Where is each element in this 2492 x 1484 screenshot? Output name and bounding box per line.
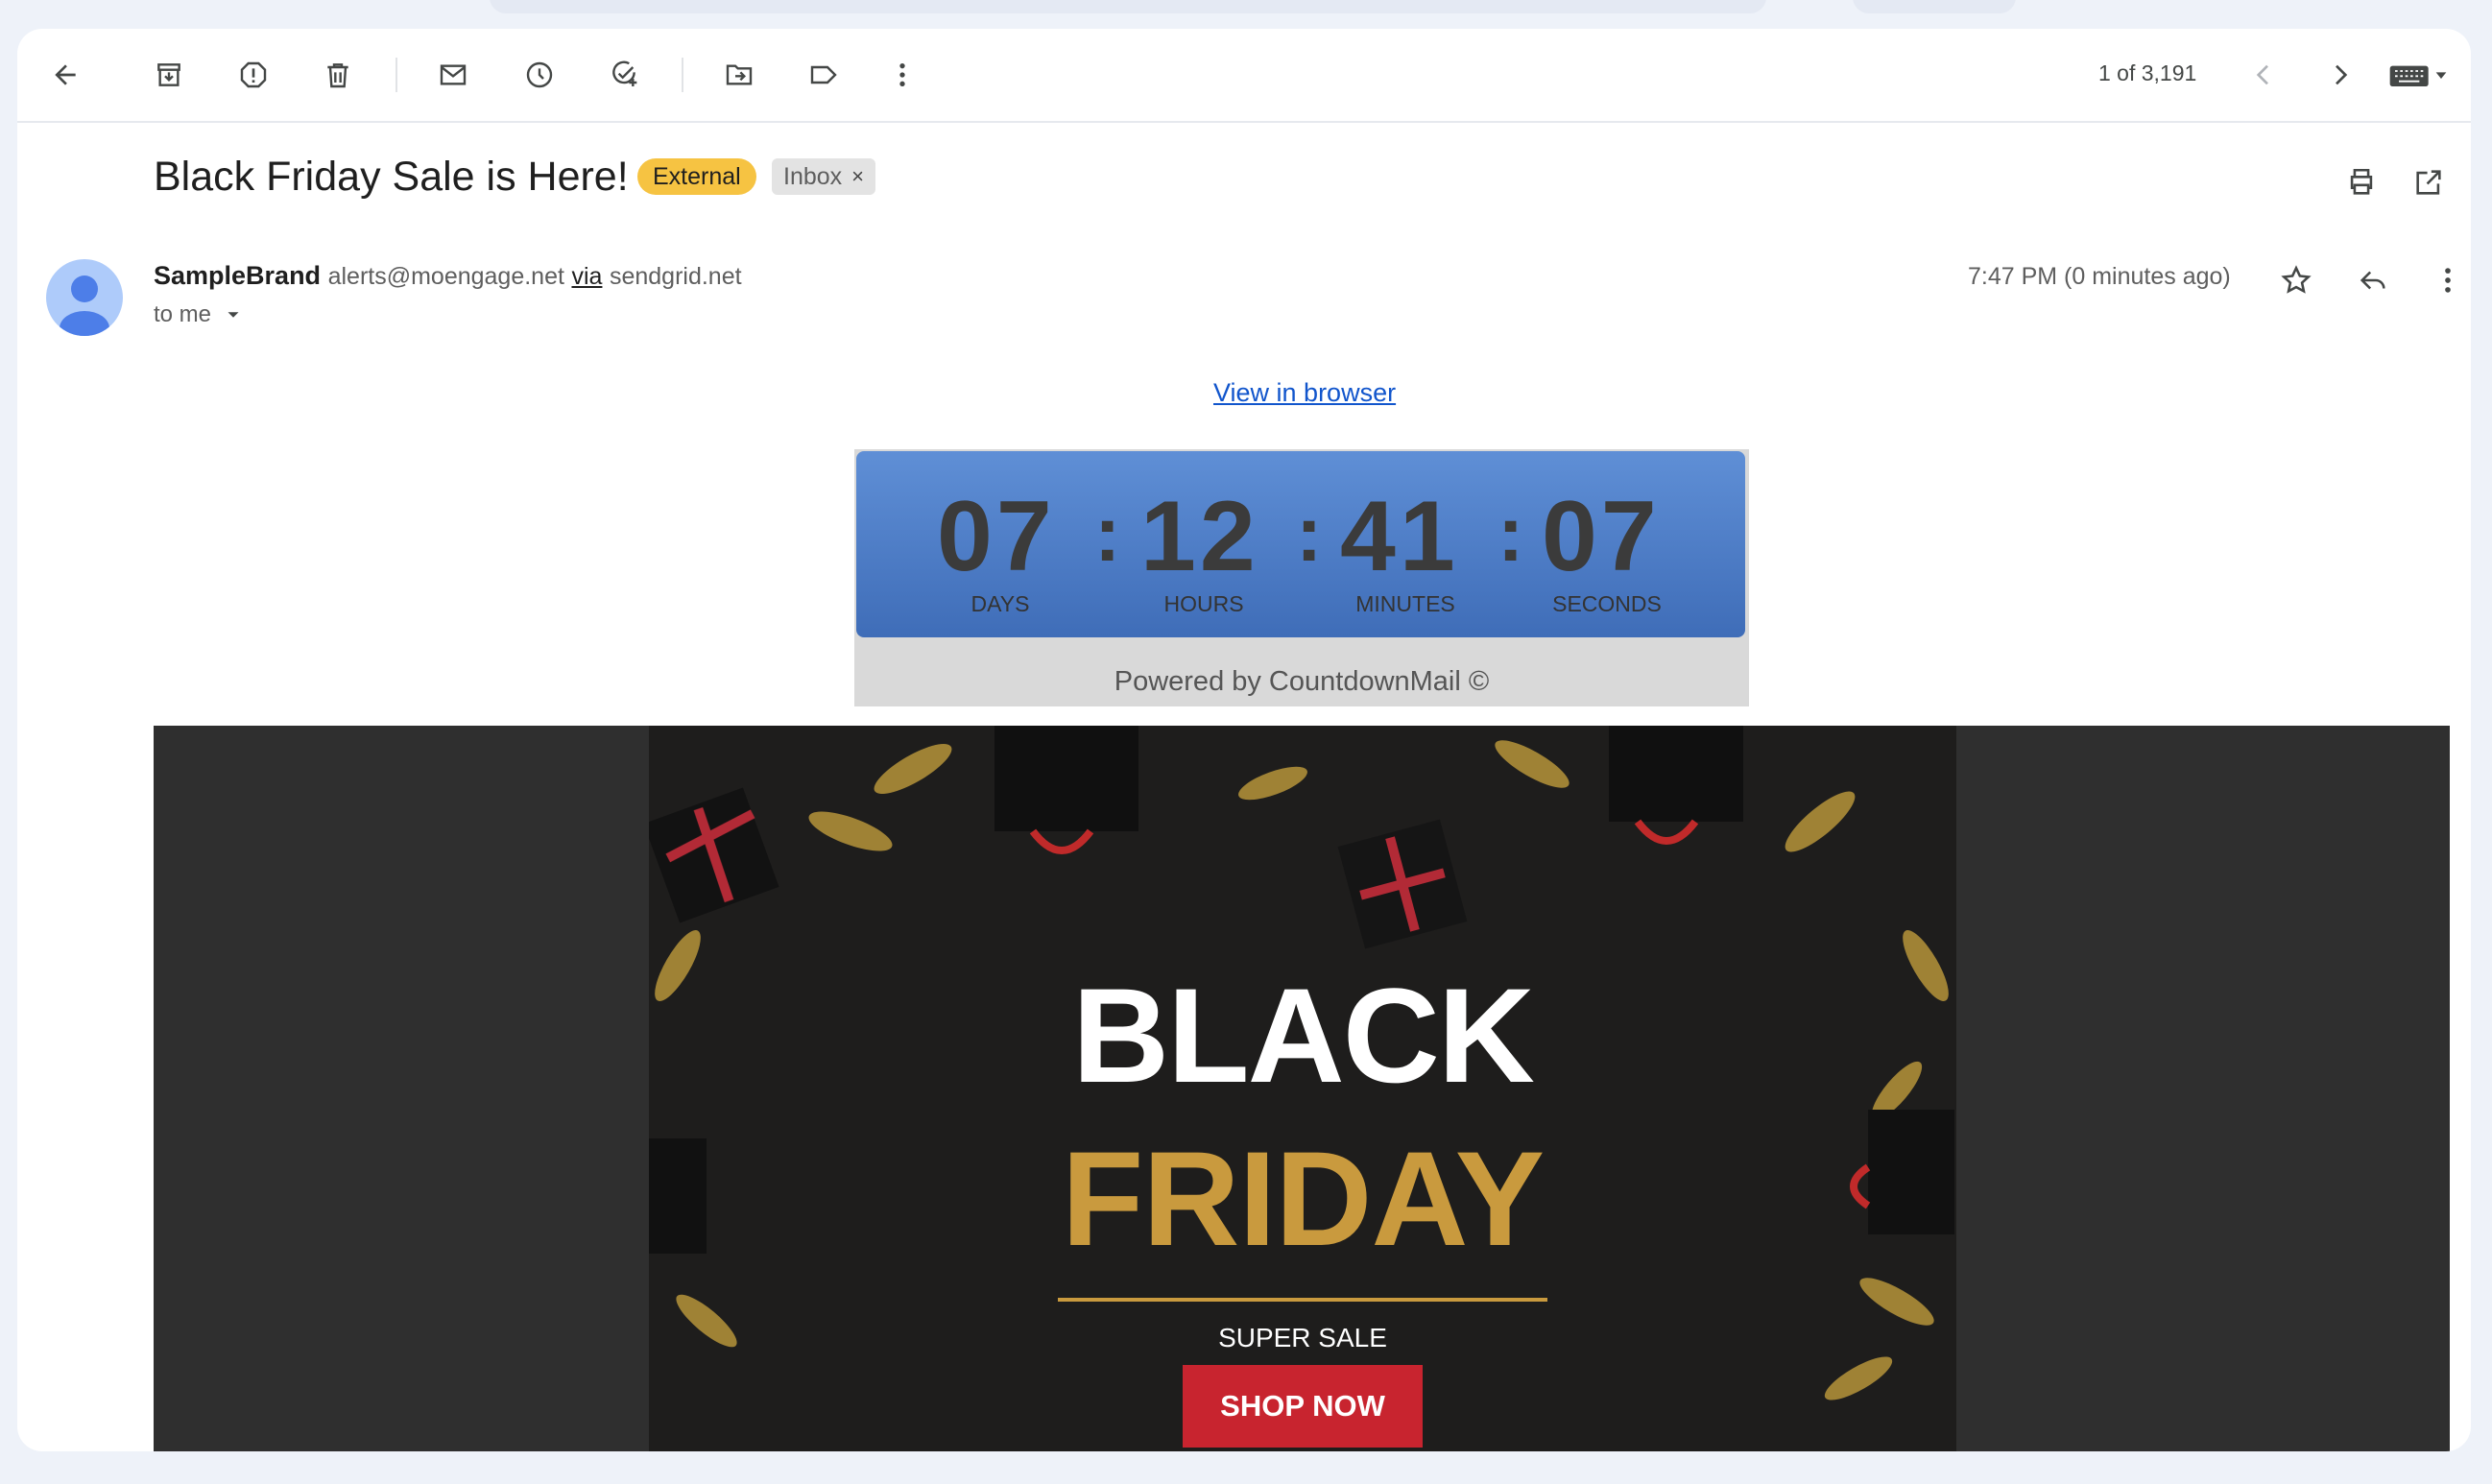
label-icon xyxy=(810,65,837,84)
hero-headline-black: BLACK xyxy=(1072,960,1535,1111)
print-icon xyxy=(2350,168,2373,195)
shop-now-button[interactable]: SHOP NOW xyxy=(1183,1365,1423,1448)
move-to-folder-icon xyxy=(726,64,753,85)
open-in-new-icon xyxy=(2416,170,2441,195)
reply-button[interactable] xyxy=(2350,257,2396,303)
add-to-tasks-button[interactable] xyxy=(601,52,647,98)
browser-top-strip xyxy=(0,0,2492,29)
countdown-separator: : xyxy=(1498,491,1524,578)
email-subject: Black Friday Sale is Here! xyxy=(154,154,629,200)
hero-tagline: SUPER SALE xyxy=(1218,1323,1387,1352)
move-to-button[interactable] xyxy=(716,52,762,98)
more-vertical-icon xyxy=(2445,268,2451,293)
labels-button[interactable] xyxy=(801,52,847,98)
older-button[interactable] xyxy=(2317,52,2363,98)
recipient-details-toggle[interactable]: to me xyxy=(154,301,244,328)
message-counter: 1 of 3,191 xyxy=(2098,60,2197,85)
star-icon xyxy=(2281,265,2312,294)
via-link[interactable]: via xyxy=(571,263,602,290)
input-tools-button[interactable] xyxy=(2375,52,2461,98)
countdown-minutes: 41 xyxy=(1340,481,1459,592)
countdown-label-days: DAYS xyxy=(970,591,1030,616)
archive-icon xyxy=(157,63,180,86)
top-bar-pill xyxy=(490,0,1766,13)
print-button[interactable] xyxy=(2338,159,2384,205)
sender-name[interactable]: SampleBrand xyxy=(154,261,321,290)
sender-avatar[interactable] xyxy=(46,259,123,336)
view-in-browser-link[interactable]: View in browser xyxy=(1213,378,1396,408)
keyboard-icon xyxy=(2389,65,2447,86)
chevron-left-icon xyxy=(2256,64,2268,85)
hero-divider xyxy=(1058,1298,1547,1302)
external-badge: External xyxy=(637,158,756,195)
snooze-button[interactable] xyxy=(516,52,563,98)
inbox-label: Inbox xyxy=(783,163,843,190)
back-button[interactable] xyxy=(42,52,88,98)
star-button[interactable] xyxy=(2273,257,2319,303)
via-domain: sendgrid.net xyxy=(609,263,742,290)
open-new-window-button[interactable] xyxy=(2406,159,2452,205)
countdown-separator: : xyxy=(1296,491,1323,578)
dropdown-arrow-icon xyxy=(228,312,239,318)
toolbar-divider xyxy=(682,58,683,92)
back-arrow-icon xyxy=(55,64,76,85)
mark-unread-button[interactable] xyxy=(430,52,476,98)
mail-icon xyxy=(440,64,467,85)
newer-button[interactable] xyxy=(2240,52,2287,98)
sender-line: SampleBrand alerts@moengage.net via send… xyxy=(154,261,742,291)
countdown-label-hours: HOURS xyxy=(1163,591,1244,616)
hero-headline-friday: FRIDAY xyxy=(1061,1123,1545,1274)
delete-button[interactable] xyxy=(315,52,361,98)
black-friday-hero-image[interactable]: BLACK FRIDAY SUPER SALE SHOP NOW xyxy=(649,726,1956,1451)
countdown-seconds: 07 xyxy=(1542,481,1661,592)
more-vertical-icon xyxy=(899,63,905,86)
inbox-label-chip[interactable]: Inbox × xyxy=(772,158,876,195)
email-toolbar: 1 of 3,191 xyxy=(17,29,2471,123)
chevron-right-icon xyxy=(2336,64,2348,85)
more-actions-button[interactable] xyxy=(879,52,925,98)
countdown-display: 07 : 12 : 41 : 07 DAYS HOURS MINUTES SEC… xyxy=(856,451,1745,637)
archive-button[interactable] xyxy=(146,52,192,98)
toolbar-divider xyxy=(395,58,397,92)
email-view: 1 of 3,191 Black Friday Sale is Here! Ex… xyxy=(17,29,2471,1451)
countdown-label-minutes: MINUTES xyxy=(1355,591,1455,616)
top-bar-pill xyxy=(1853,0,2016,13)
countdown-label-seconds: SECONDS xyxy=(1552,591,1662,616)
promo-banner: BLACK FRIDAY SUPER SALE SHOP NOW xyxy=(154,726,2450,1451)
recipient-label: to me xyxy=(154,301,212,327)
delete-icon xyxy=(327,63,348,88)
reply-icon xyxy=(2360,271,2385,290)
countdown-separator: : xyxy=(1094,491,1121,578)
sender-email: alerts@moengage.net xyxy=(327,263,564,290)
person-icon xyxy=(60,275,109,336)
email-timestamp: 7:47 PM (0 minutes ago) xyxy=(1968,263,2231,290)
message-more-button[interactable] xyxy=(2425,257,2471,303)
remove-label-icon[interactable]: × xyxy=(851,158,864,195)
add-task-icon xyxy=(612,60,637,86)
countdown-powered-by: Powered by CountdownMail © xyxy=(1114,666,1490,697)
report-spam-button[interactable] xyxy=(230,52,276,98)
report-spam-icon xyxy=(240,61,267,88)
clock-icon xyxy=(526,61,553,88)
countdown-timer[interactable]: 07 : 12 : 41 : 07 DAYS HOURS MINUTES SEC… xyxy=(854,449,1749,706)
countdown-hours: 12 xyxy=(1140,481,1259,592)
countdown-days: 07 xyxy=(937,481,1056,592)
